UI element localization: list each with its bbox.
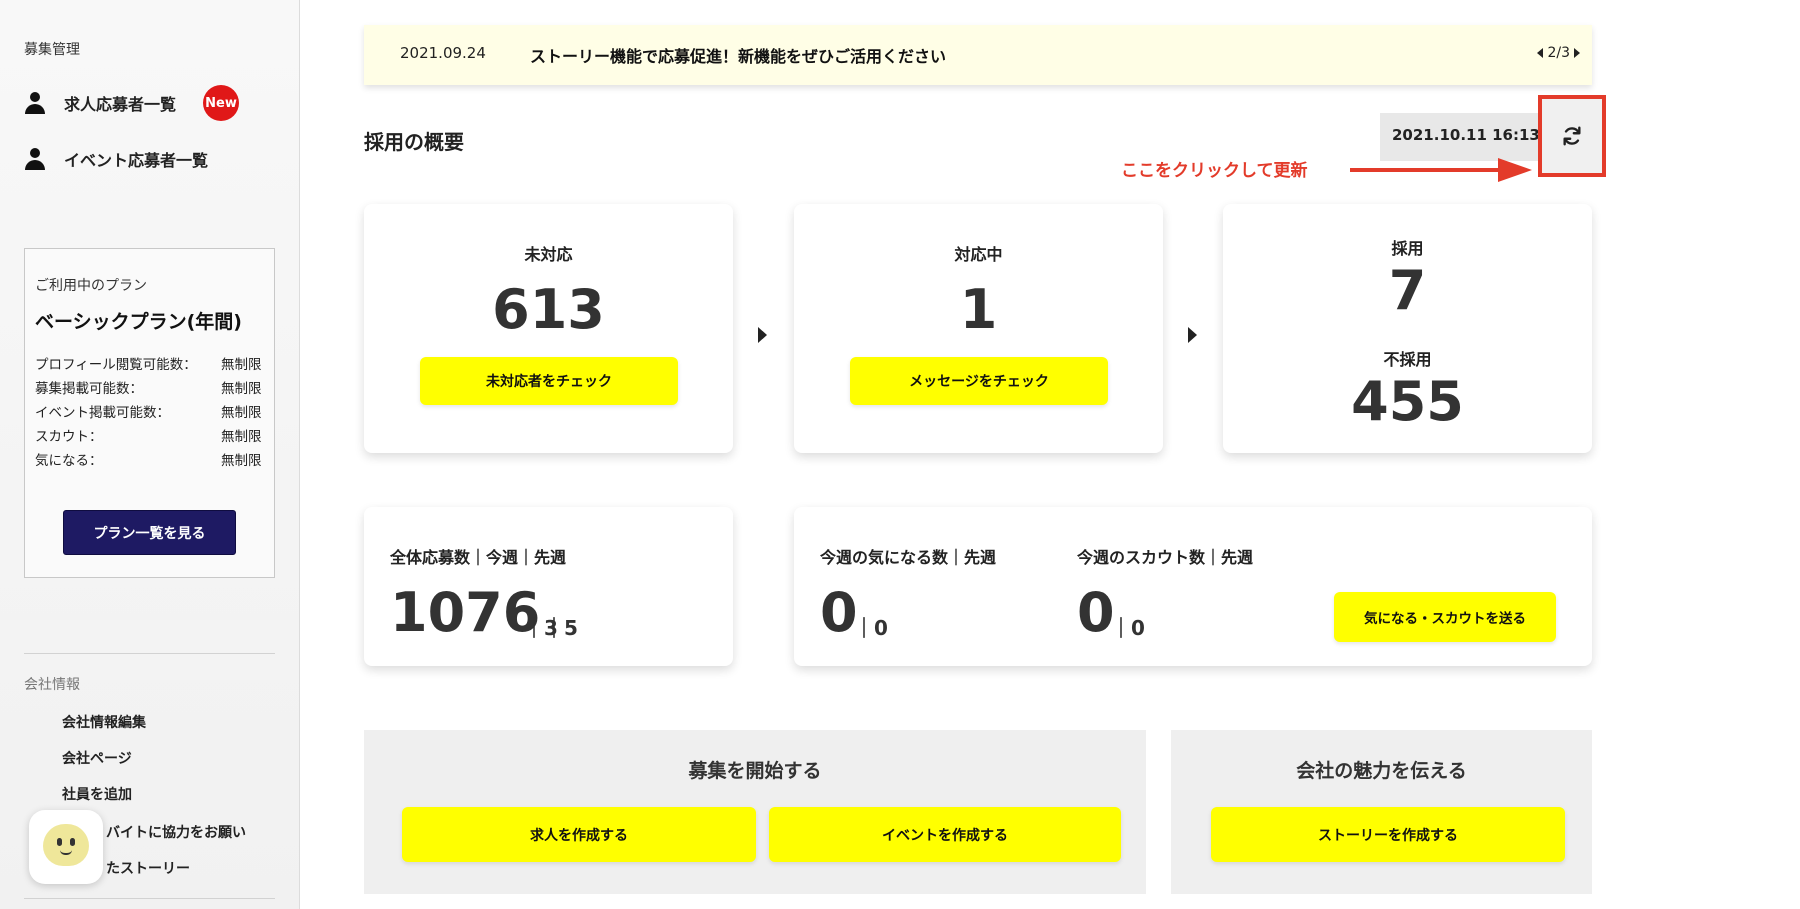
interested-label: 今週の気になる数｜先週: [820, 548, 997, 567]
chevron-right-icon: [758, 327, 767, 343]
applications-last-week: ｜5: [544, 616, 578, 640]
plan-row-label: プロフィール閲覧可能数：: [35, 357, 197, 373]
unhandled-label: 未対応: [524, 245, 573, 264]
applications-card: 全体応募数｜今週｜先週 1076 ｜3 ｜5: [364, 507, 733, 666]
chat-bot-icon: [43, 824, 89, 866]
chat-bot-button[interactable]: [29, 810, 103, 884]
sidebar-item-company-page[interactable]: 会社ページ: [62, 748, 132, 768]
in-progress-count: 1: [959, 278, 998, 341]
scouts-label: 今週のスカウト数｜先週: [1077, 548, 1254, 567]
plan-label: ご利用中のプラン: [35, 278, 147, 294]
plan-row-label: 気になる：: [35, 453, 103, 469]
sidebar-item-label: 求人応募者一覧: [64, 95, 177, 114]
company-appeal-title: 会社の魅力を伝える: [1296, 760, 1467, 782]
plan-name: ベーシックプラン(年間): [35, 311, 242, 333]
last-updated: 2021.10.11 16:13: [1380, 113, 1538, 161]
plan-list-button[interactable]: プラン一覧を見る: [63, 510, 236, 555]
divider: [24, 653, 275, 654]
interested-count: 0: [820, 581, 858, 644]
applications-label: 全体応募数｜今週｜先週: [390, 548, 567, 567]
hired-count: 7: [1388, 259, 1427, 322]
sidebar: 募集管理 求人応募者一覧 New イベント応募者一覧 ご利用中のプラン ベーシッ…: [0, 0, 300, 909]
refresh-icon: [1563, 126, 1581, 146]
start-recruiting-title: 募集を開始する: [688, 760, 822, 782]
rejected-count: 455: [1351, 370, 1464, 433]
in-progress-label: 対応中: [954, 245, 1003, 264]
notice-bar[interactable]: 2021.09.24 ストーリー機能で応募促進！新機能をぜひご活用ください 2/…: [364, 25, 1592, 85]
arrow-right-icon[interactable]: [1574, 48, 1580, 58]
sidebar-item-stories[interactable]: たストーリー: [106, 858, 190, 878]
company-appeal-panel: 会社の魅力を伝える ストーリーを作成する: [1171, 730, 1592, 894]
refresh-annotation: ここをクリックして更新: [1121, 161, 1308, 181]
result-card: 採用 7 不採用 455: [1223, 204, 1592, 453]
applications-total: 1076: [390, 581, 541, 644]
notice-text[interactable]: ストーリー機能で応募促進！新機能をぜひご活用ください: [530, 43, 946, 67]
plan-row-value: 無制限: [221, 405, 262, 421]
check-messages-button[interactable]: メッセージをチェック: [850, 357, 1108, 405]
scouts-last-week: ｜0: [1111, 616, 1145, 640]
hired-label: 採用: [1391, 239, 1424, 258]
page-title: 採用の概要: [364, 130, 464, 154]
plan-row-value: 無制限: [221, 429, 262, 445]
new-badge: New: [203, 85, 239, 121]
sidebar-item-label: イベント応募者一覧: [64, 151, 209, 170]
interested-last-week: ｜0: [854, 616, 888, 640]
person-icon: [24, 148, 46, 170]
plan-row-label: 募集掲載可能数：: [35, 381, 143, 397]
sidebar-item-event-applicants[interactable]: イベント応募者一覧: [24, 147, 208, 171]
plan-box: ご利用中のプラン ベーシックプラン(年間) プロフィール閲覧可能数： 無制限 募…: [24, 248, 275, 578]
sidebar-item-company-edit[interactable]: 会社情報編集: [62, 712, 146, 732]
notice-date: 2021.09.24: [400, 44, 486, 62]
rejected-label: 不採用: [1383, 350, 1432, 369]
scouts-count: 0: [1077, 581, 1115, 644]
sidebar-item-job-applicants[interactable]: 求人応募者一覧: [24, 91, 176, 115]
engagement-card: 今週の気になる数｜先週 0 ｜0 今週のスカウト数｜先週 0 ｜0 気になる・ス…: [794, 507, 1592, 666]
unhandled-count: 613: [492, 278, 605, 341]
send-scout-button[interactable]: 気になる・スカウトを送る: [1334, 592, 1556, 642]
person-icon: [24, 92, 46, 114]
check-unhandled-button[interactable]: 未対応者をチェック: [420, 357, 678, 405]
annotation-arrow-icon: [1350, 158, 1532, 182]
start-recruiting-panel: 募集を開始する 求人を作成する イベントを作成する: [364, 730, 1146, 894]
chevron-right-icon: [1188, 327, 1197, 343]
plan-row-label: スカウト：: [35, 429, 103, 445]
recruit-section-title: 募集管理: [24, 42, 80, 58]
plan-row-value: 無制限: [221, 381, 262, 397]
plan-row-value: 無制限: [221, 357, 262, 373]
notice-page-indicator: 2/3: [1547, 45, 1570, 61]
unhandled-card: 未対応 613 未対応者をチェック: [364, 204, 733, 453]
plan-row-value: 無制限: [221, 453, 262, 469]
create-job-button[interactable]: 求人を作成する: [402, 807, 756, 862]
create-event-button[interactable]: イベントを作成する: [769, 807, 1121, 862]
plan-row-label: イベント掲載可能数：: [35, 405, 170, 421]
in-progress-card: 対応中 1 メッセージをチェック: [794, 204, 1163, 453]
create-story-button[interactable]: ストーリーを作成する: [1211, 807, 1565, 862]
sidebar-item-add-employee[interactable]: 社員を追加: [62, 784, 132, 804]
refresh-button[interactable]: [1538, 95, 1606, 177]
company-section-title: 会社情報: [24, 677, 80, 693]
sidebar-item-ask-part-timers[interactable]: バイトに協力をお願い: [106, 822, 246, 842]
notice-pager: 2/3: [1537, 45, 1580, 61]
arrow-left-icon[interactable]: [1537, 48, 1544, 58]
divider: [24, 898, 275, 899]
